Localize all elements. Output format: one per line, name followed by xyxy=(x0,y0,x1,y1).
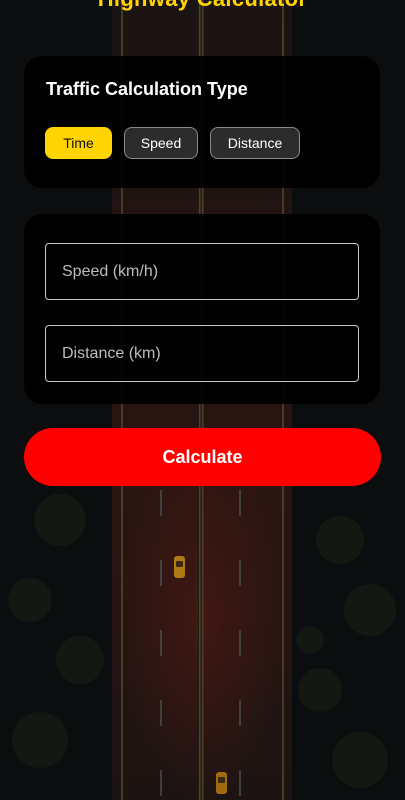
speed-field xyxy=(45,243,359,300)
type-time-button[interactable]: Time xyxy=(45,127,112,159)
distance-field xyxy=(45,325,359,382)
calculation-type-options: Time Speed Distance xyxy=(45,127,300,159)
type-distance-button[interactable]: Distance xyxy=(210,127,300,159)
calculate-button[interactable]: Calculate xyxy=(24,428,381,486)
speed-input[interactable] xyxy=(46,244,358,299)
app-title: Highway Calculator xyxy=(0,0,405,12)
type-speed-button[interactable]: Speed xyxy=(124,127,198,159)
app-screen: Highway Calculator Traffic Calculation T… xyxy=(0,0,405,800)
calculation-type-title: Traffic Calculation Type xyxy=(46,79,248,99)
distance-input[interactable] xyxy=(46,326,358,381)
inputs-card xyxy=(24,214,380,404)
calculation-type-card: Traffic Calculation Type Time Speed Dist… xyxy=(24,56,380,188)
